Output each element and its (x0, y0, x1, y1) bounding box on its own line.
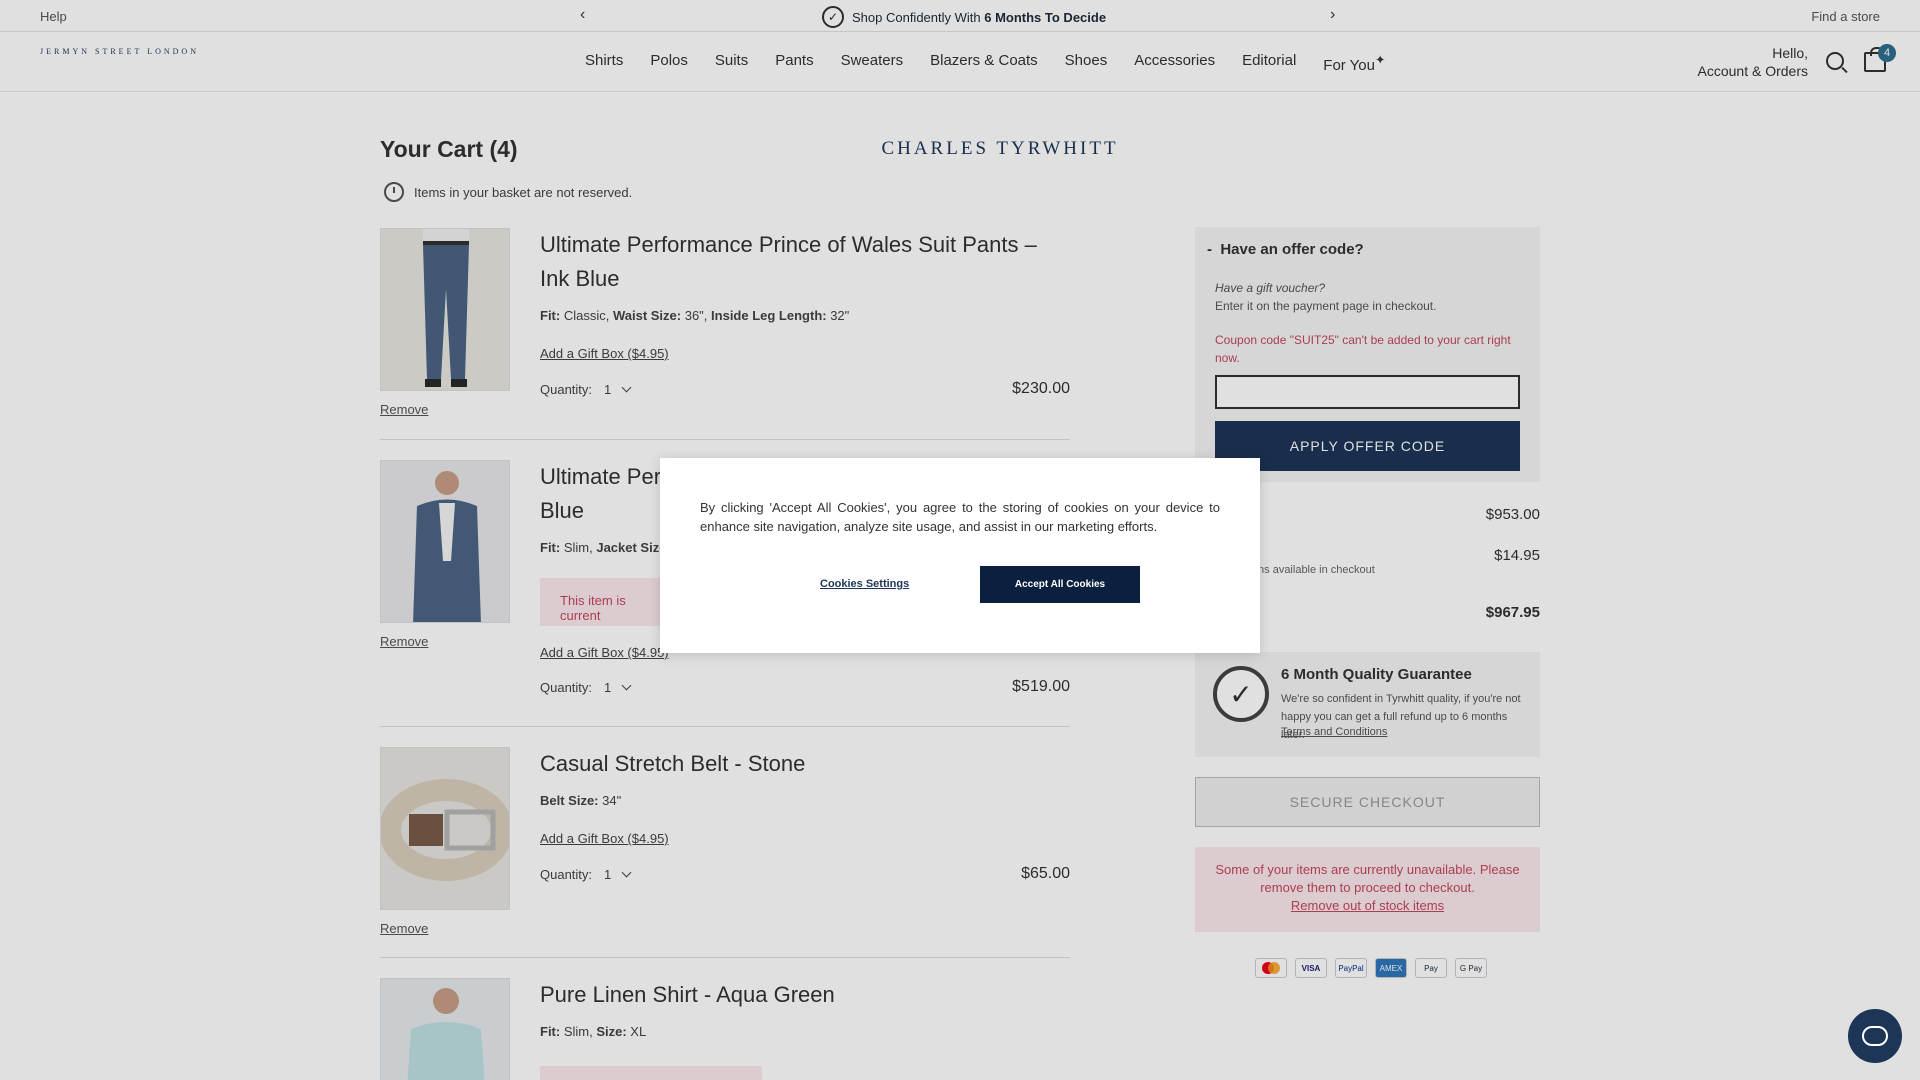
cookie-text: By clicking 'Accept All Cookies', you ag… (700, 500, 1220, 534)
cookies-settings-button[interactable]: Cookies Settings (820, 578, 909, 590)
accept-all-cookies-button[interactable]: Accept All Cookies (980, 566, 1140, 603)
chat-button[interactable] (1848, 1009, 1902, 1063)
chat-icon (1862, 1026, 1888, 1046)
cookie-consent-dialog: By clicking 'Accept All Cookies', you ag… (660, 458, 1260, 653)
